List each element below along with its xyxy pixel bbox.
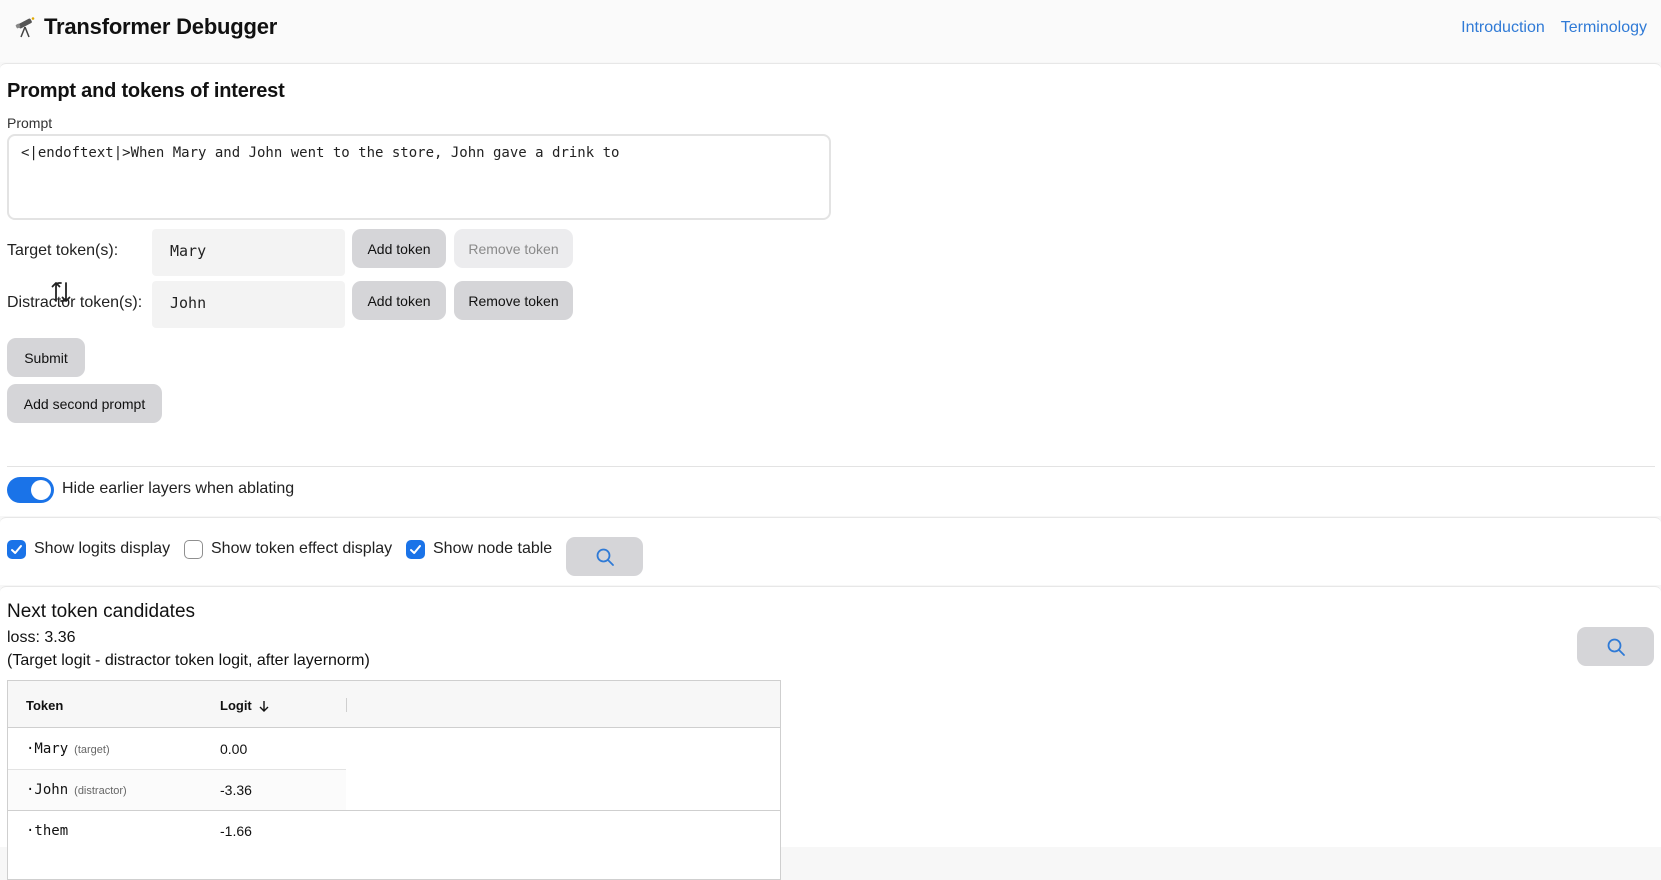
hide-layers-label: Hide earlier layers when ablating [62, 480, 295, 497]
table-header: Token Logit [8, 681, 780, 728]
section-title: Prompt and tokens of interest [7, 80, 285, 102]
search-button[interactable] [566, 537, 643, 576]
show-token-effect-label: Show token effect display [211, 540, 393, 557]
table-row[interactable]: ·Mary (target) 0.00 [8, 729, 346, 769]
logit-cell: 0.00 [220, 741, 248, 757]
target-token-label: Target token(s): [7, 242, 119, 259]
distractor-token-label: Distractor token(s): [7, 294, 143, 311]
show-token-effect-checkbox[interactable] [184, 540, 203, 559]
divider [7, 466, 1655, 467]
token-cell: ·Mary (target) [26, 741, 110, 757]
token-cell: ·them [26, 823, 68, 839]
nav-link-terminology[interactable]: Terminology [1561, 19, 1647, 37]
token-logit-table: Token Logit ·Mary (target) 0.00 ·John (dis… [7, 680, 781, 880]
nav-link-introduction[interactable]: Introduction [1461, 19, 1545, 37]
add-distractor-token-button[interactable]: Add token [352, 281, 446, 320]
prompt-textarea[interactable]: <|endoftext|>When Mary and John went to … [7, 134, 831, 220]
table-row[interactable]: ·them -1.66 [8, 811, 346, 851]
top-nav: Introduction Terminology [1461, 19, 1647, 37]
distractor-token-input[interactable]: John [152, 281, 345, 328]
app-title-text: Transformer Debugger [44, 14, 278, 39]
token-text: ·John [26, 782, 69, 798]
prompt-label: Prompt [7, 115, 53, 131]
target-token-input[interactable]: Mary [152, 229, 345, 276]
show-node-table-label: Show node table [433, 540, 553, 557]
token-text: ·them [26, 823, 69, 839]
app-title: Transformer Debugger [14, 14, 277, 40]
telescope-icon [14, 15, 38, 39]
remove-distractor-token-button[interactable]: Remove token [454, 281, 573, 320]
table-row[interactable]: ·John (distractor) -3.36 [8, 770, 346, 810]
token-tag: (target) [74, 744, 110, 756]
results-search-button[interactable] [1577, 627, 1654, 666]
column-header-logit-label: Logit [220, 698, 252, 713]
show-logits-checkbox[interactable] [7, 540, 26, 559]
token-text: ·Mary [26, 741, 69, 757]
display-options-bar: Show logits display Show token effect di… [0, 517, 1661, 585]
loss-value: loss: 3.36 [7, 629, 76, 646]
search-icon [596, 548, 614, 566]
next-token-panel: Next token candidates loss: 3.36 (Target… [0, 586, 1661, 880]
app-header: Transformer Debugger Introduction Termin… [0, 0, 1661, 62]
show-node-table-checkbox[interactable] [406, 540, 425, 559]
add-second-prompt-button[interactable]: Add second prompt [7, 384, 162, 423]
add-target-token-button[interactable]: Add token [352, 229, 446, 268]
sort-down-icon [259, 700, 269, 712]
token-tag: (distractor) [74, 785, 127, 797]
logit-note: (Target logit - distractor token logit, … [7, 652, 370, 669]
column-header-logit[interactable]: Logit [220, 698, 270, 713]
column-separator [346, 698, 347, 712]
next-token-title: Next token candidates [7, 601, 196, 622]
submit-button[interactable]: Submit [7, 338, 85, 377]
remove-target-token-button[interactable]: Remove token [454, 229, 573, 268]
search-icon [1607, 638, 1625, 656]
prompt-panel: Prompt and tokens of interest Prompt <|e… [0, 63, 1661, 516]
show-logits-label: Show logits display [34, 540, 171, 557]
column-header-token[interactable]: Token [26, 698, 63, 713]
logit-cell: -1.66 [220, 823, 252, 839]
token-cell: ·John (distractor) [26, 782, 127, 798]
logit-cell: -3.36 [220, 782, 252, 798]
hide-layers-toggle[interactable] [7, 477, 54, 503]
